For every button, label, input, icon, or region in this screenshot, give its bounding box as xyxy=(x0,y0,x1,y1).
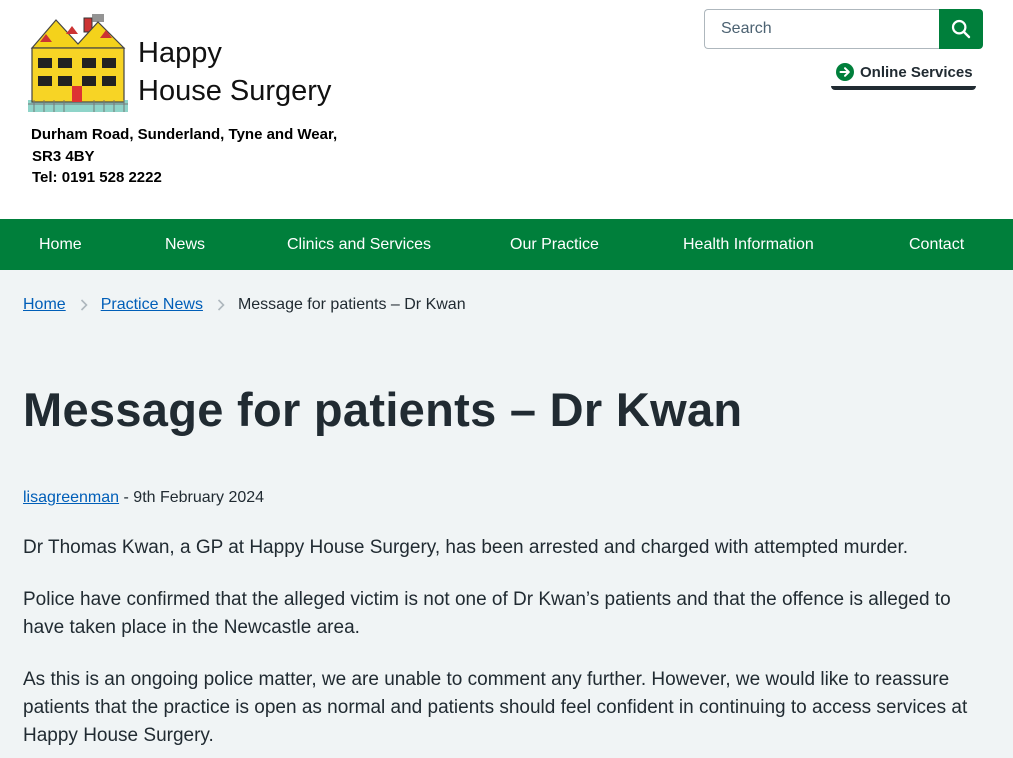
online-services-label: Online Services xyxy=(860,63,973,81)
breadcrumb-home-link[interactable]: Home xyxy=(23,296,66,314)
nav-item-home[interactable]: Home xyxy=(39,219,82,270)
nav-item-our-practice[interactable]: Our Practice xyxy=(510,219,599,270)
breadcrumb-practice-news-link[interactable]: Practice News xyxy=(101,296,203,314)
post-date: - 9th February 2024 xyxy=(123,489,265,506)
main-navigation: Home News Clinics and Services Our Pract… xyxy=(0,219,1013,270)
nav-item-health-information[interactable]: Health Information xyxy=(683,219,814,270)
arrow-right-circle-icon xyxy=(836,63,854,81)
logo-title-line2: House Surgery xyxy=(138,75,332,107)
logo-title-line1: Happy xyxy=(138,37,222,69)
search-form xyxy=(704,9,983,49)
address-line1: Durham Road, Sunderland, Tyne and Wear, xyxy=(31,126,338,143)
site-header: Happy House Surgery Durham Road, Sunderl… xyxy=(0,0,1013,219)
practice-address: Durham Road, Sunderland, Tyne and Wear, … xyxy=(31,124,337,189)
address-line2: SR3 4BY xyxy=(32,147,95,165)
search-button[interactable] xyxy=(939,9,983,49)
nav-item-news[interactable]: News xyxy=(165,219,205,270)
article-paragraph: Dr Thomas Kwan, a GP at Happy House Surg… xyxy=(23,537,909,558)
search-icon xyxy=(951,19,971,39)
article-paragraph: Police have confirmed that the alleged v… xyxy=(23,589,951,638)
logo-title: Happy House Surgery xyxy=(138,34,331,110)
nav-item-clinics-and-services[interactable]: Clinics and Services xyxy=(287,219,431,270)
phone-number: Tel: 0191 528 2222 xyxy=(32,169,162,186)
post-meta: lisagreenman - 9th February 2024 xyxy=(23,487,264,509)
house-logo-icon xyxy=(28,14,128,112)
chevron-right-icon xyxy=(80,299,88,311)
search-input[interactable] xyxy=(704,9,939,49)
breadcrumb-current: Message for patients – Dr Kwan xyxy=(237,296,466,313)
breadcrumb: Home Practice News Message for patients … xyxy=(23,294,466,316)
author-link[interactable]: lisagreenman xyxy=(23,489,119,506)
chevron-right-icon xyxy=(217,299,225,311)
article-paragraph: As this is an ongoing police matter, we … xyxy=(23,669,968,746)
online-services-button[interactable]: Online Services xyxy=(831,58,976,90)
nav-item-contact[interactable]: Contact xyxy=(909,219,964,270)
page-title: Message for patients – Dr Kwan xyxy=(23,383,743,436)
